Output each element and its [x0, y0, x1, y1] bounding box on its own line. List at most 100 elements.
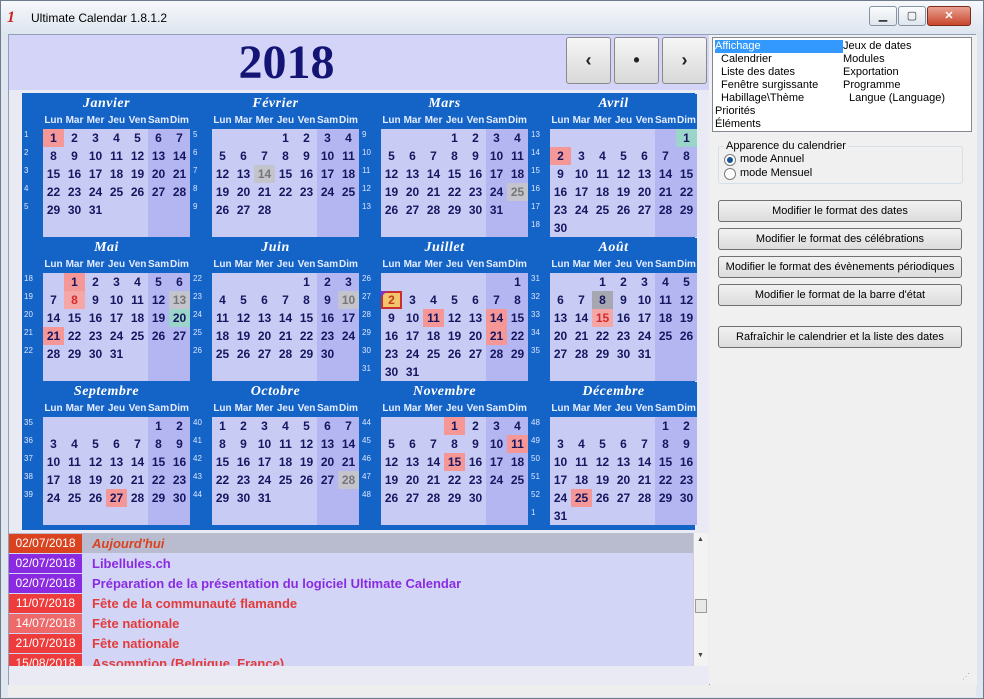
radio-monthly-mode[interactable] — [724, 168, 736, 180]
day-cell[interactable]: 16 — [85, 309, 106, 327]
day-cell[interactable]: 9 — [550, 165, 571, 183]
day-cell[interactable]: 20 — [317, 453, 338, 471]
day-cell[interactable]: 18 — [507, 453, 528, 471]
day-cell[interactable]: 8 — [275, 147, 296, 165]
day-cell[interactable]: 11 — [212, 309, 233, 327]
day-cell[interactable]: 23 — [169, 471, 190, 489]
day-cell[interactable]: 1 — [64, 273, 85, 291]
day-cell[interactable]: 24 — [571, 201, 592, 219]
day-cell[interactable]: 14 — [43, 309, 64, 327]
day-cell[interactable]: 21 — [634, 471, 655, 489]
day-cell[interactable]: 12 — [296, 435, 317, 453]
day-cell[interactable]: 26 — [381, 489, 402, 507]
day-cell[interactable]: 5 — [148, 273, 169, 291]
day-cell[interactable]: 10 — [106, 291, 127, 309]
day-cell[interactable]: 11 — [592, 165, 613, 183]
day-cell[interactable]: 16 — [465, 453, 486, 471]
day-cell[interactable]: 3 — [254, 417, 275, 435]
day-cell[interactable]: 23 — [381, 345, 402, 363]
day-cell[interactable]: 29 — [676, 201, 697, 219]
day-cell[interactable]: 26 — [676, 327, 697, 345]
day-cell[interactable]: 28 — [275, 345, 296, 363]
day-cell[interactable]: 19 — [212, 183, 233, 201]
resize-grip-icon[interactable]: ⋰ — [962, 672, 970, 681]
day-cell[interactable]: 16 — [233, 453, 254, 471]
day-cell[interactable]: 4 — [275, 417, 296, 435]
day-cell[interactable]: 15 — [444, 165, 465, 183]
day-cell[interactable]: 5 — [613, 147, 634, 165]
day-cell[interactable]: 27 — [106, 489, 127, 507]
day-cell[interactable]: 6 — [634, 147, 655, 165]
day-cell[interactable]: 18 — [64, 471, 85, 489]
day-cell[interactable]: 15 — [592, 309, 613, 327]
day-cell[interactable]: 29 — [212, 489, 233, 507]
event-row[interactable]: 02/07/2018 Libellules.ch — [9, 553, 693, 573]
event-row[interactable]: 15/08/2018 Assomption (Belgique, France) — [9, 653, 693, 666]
day-cell[interactable]: 17 — [317, 165, 338, 183]
day-cell[interactable]: 19 — [592, 471, 613, 489]
day-cell[interactable]: 28 — [127, 489, 148, 507]
day-cell[interactable]: 1 — [212, 417, 233, 435]
menu-item[interactable]: Exportation — [843, 66, 899, 79]
day-cell[interactable]: 23 — [465, 183, 486, 201]
day-cell[interactable]: 10 — [571, 165, 592, 183]
day-cell[interactable]: 8 — [64, 291, 85, 309]
day-cell[interactable]: 25 — [571, 489, 592, 507]
day-cell[interactable]: 22 — [64, 327, 85, 345]
day-cell[interactable]: 4 — [423, 291, 444, 309]
day-cell[interactable]: 12 — [381, 165, 402, 183]
day-cell[interactable]: 3 — [486, 417, 507, 435]
day-cell[interactable]: 15 — [43, 165, 64, 183]
day-cell[interactable]: 10 — [486, 435, 507, 453]
day-cell[interactable]: 22 — [296, 327, 317, 345]
day-cell[interactable]: 27 — [317, 471, 338, 489]
day-cell[interactable]: 27 — [613, 489, 634, 507]
day-cell[interactable]: 11 — [571, 453, 592, 471]
day-cell[interactable]: 14 — [655, 165, 676, 183]
day-cell[interactable]: 1 — [444, 129, 465, 147]
day-cell[interactable]: 18 — [655, 309, 676, 327]
day-cell[interactable]: 17 — [634, 309, 655, 327]
day-cell[interactable]: 30 — [465, 489, 486, 507]
day-cell[interactable]: 2 — [169, 417, 190, 435]
day-cell[interactable]: 22 — [275, 183, 296, 201]
day-cell[interactable]: 19 — [127, 165, 148, 183]
day-cell[interactable]: 28 — [634, 489, 655, 507]
day-cell[interactable]: 22 — [655, 471, 676, 489]
day-cell[interactable]: 18 — [127, 309, 148, 327]
day-cell[interactable]: 8 — [296, 291, 317, 309]
day-cell[interactable]: 21 — [43, 327, 64, 345]
day-cell[interactable]: 9 — [676, 435, 697, 453]
day-cell[interactable]: 28 — [254, 201, 275, 219]
day-cell[interactable]: 12 — [212, 165, 233, 183]
day-cell[interactable]: 27 — [465, 345, 486, 363]
day-cell[interactable]: 12 — [592, 453, 613, 471]
day-cell[interactable]: 3 — [486, 129, 507, 147]
day-cell[interactable]: 2 — [465, 417, 486, 435]
day-cell[interactable]: 18 — [571, 471, 592, 489]
day-cell[interactable]: 11 — [507, 147, 528, 165]
day-cell[interactable]: 24 — [338, 327, 359, 345]
radio-annual-mode[interactable] — [724, 154, 736, 166]
day-cell[interactable]: 5 — [444, 291, 465, 309]
day-cell[interactable]: 18 — [507, 165, 528, 183]
day-cell[interactable]: 2 — [381, 291, 402, 309]
day-cell[interactable]: 2 — [64, 129, 85, 147]
day-cell[interactable]: 23 — [613, 327, 634, 345]
day-cell[interactable]: 24 — [106, 327, 127, 345]
day-cell[interactable]: 3 — [106, 273, 127, 291]
day-cell[interactable]: 12 — [444, 309, 465, 327]
day-cell[interactable]: 28 — [169, 183, 190, 201]
day-cell[interactable]: 13 — [254, 309, 275, 327]
day-cell[interactable]: 4 — [655, 273, 676, 291]
day-cell[interactable]: 3 — [571, 147, 592, 165]
day-cell[interactable]: 1 — [592, 273, 613, 291]
day-cell[interactable]: 7 — [127, 435, 148, 453]
title-bar[interactable]: 1 Ultimate Calendar 1.8.1.2 ▁ ▢ ✕ — [1, 1, 983, 34]
day-cell[interactable]: 20 — [634, 183, 655, 201]
day-cell[interactable]: 24 — [634, 327, 655, 345]
day-cell[interactable]: 24 — [317, 183, 338, 201]
day-cell[interactable]: 26 — [127, 183, 148, 201]
day-cell[interactable]: 14 — [169, 147, 190, 165]
day-cell[interactable]: 15 — [296, 309, 317, 327]
